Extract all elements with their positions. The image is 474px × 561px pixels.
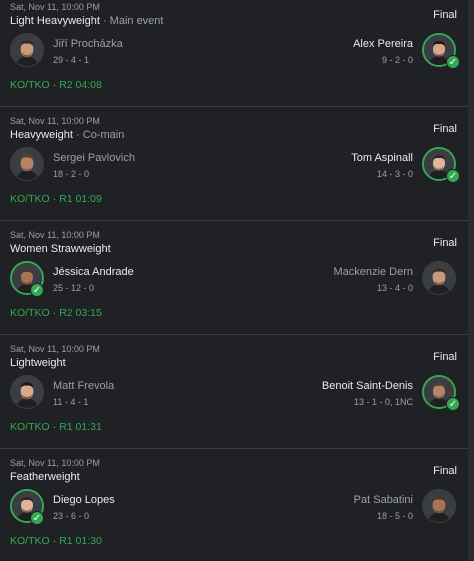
fight-status: Final xyxy=(433,237,457,249)
fighter-avatar-left[interactable] xyxy=(10,375,44,409)
fight-card[interactable]: Sat, Nov 11, 10:00 PM Heavyweight · Co-m… xyxy=(0,107,468,221)
fighter-record-right: 18 - 5 - 0 xyxy=(376,511,413,521)
fight-result: KO/TKO · R1 01:09 xyxy=(10,193,102,205)
weight-class: Light Heavyweight · Main event xyxy=(10,15,163,27)
fight-status: Final xyxy=(433,465,457,477)
fight-date: Sat, Nov 11, 10:00 PM xyxy=(10,2,100,12)
weight-class-label: Heavyweight xyxy=(10,129,73,141)
winner-check-icon: ✓ xyxy=(446,397,460,411)
result-method: KO/TKO xyxy=(10,307,50,319)
fight-card[interactable]: Sat, Nov 11, 10:00 PM Women Strawweight … xyxy=(0,221,468,335)
event-note: · Co-main xyxy=(72,129,125,141)
fighter-avatar-left[interactable] xyxy=(10,147,44,181)
fighter-avatar-icon xyxy=(423,490,455,522)
fighter-name-left[interactable]: Jiří Procházka xyxy=(53,38,123,50)
winner-check-icon: ✓ xyxy=(446,55,460,69)
fight-card[interactable]: Sat, Nov 11, 10:00 PM Lightweight Final … xyxy=(0,335,468,449)
scrollbar[interactable] xyxy=(468,0,474,561)
fighter-avatar-icon xyxy=(11,34,43,66)
fighter-name-left[interactable]: Diego Lopes xyxy=(53,494,115,506)
fight-date: Sat, Nov 11, 10:00 PM xyxy=(10,230,100,240)
fight-status: Final xyxy=(433,351,457,363)
fight-date: Sat, Nov 11, 10:00 PM xyxy=(10,344,100,354)
fight-result: KO/TKO · R1 01:31 xyxy=(10,421,102,433)
separator-dot: · xyxy=(52,307,57,319)
result-round-time: R2 04:08 xyxy=(59,79,102,91)
result-method: KO/TKO xyxy=(10,421,50,433)
fighter-name-right[interactable]: Mackenzie Dern xyxy=(334,266,413,278)
winner-check-icon: ✓ xyxy=(30,511,44,525)
fight-result: KO/TKO · R2 03:15 xyxy=(10,307,102,319)
fighter-avatar-icon xyxy=(423,262,455,294)
result-method: KO/TKO xyxy=(10,193,50,205)
weight-class: Lightweight xyxy=(10,357,66,369)
fighter-avatar-icon xyxy=(11,376,43,408)
weight-class-label: Light Heavyweight xyxy=(10,15,100,27)
fight-date: Sat, Nov 11, 10:00 PM xyxy=(10,116,100,126)
result-round-time: R1 01:31 xyxy=(59,421,102,433)
fighter-record-right: 13 - 1 - 0, 1NC xyxy=(353,397,413,407)
event-note: · Main event xyxy=(99,15,164,27)
weight-class: Women Strawweight xyxy=(10,243,111,255)
fight-results-list: Sat, Nov 11, 10:00 PM Light Heavyweight … xyxy=(0,0,468,561)
separator-dot: · xyxy=(52,193,57,205)
fighter-name-left[interactable]: Sergei Pavlovich xyxy=(53,152,135,164)
fighter-name-left[interactable]: Matt Frevola xyxy=(53,380,114,392)
result-round-time: R1 01:30 xyxy=(59,535,102,547)
weight-class: Heavyweight · Co-main xyxy=(10,129,124,141)
fighter-record-right: 14 - 3 - 0 xyxy=(376,169,413,179)
fight-result: KO/TKO · R1 01:30 xyxy=(10,535,102,547)
result-method: KO/TKO xyxy=(10,535,50,547)
fighter-avatar-right[interactable] xyxy=(422,489,456,523)
fighter-name-right[interactable]: Pat Sabatini xyxy=(354,494,413,506)
fighter-record-left: 11 - 4 - 1 xyxy=(53,397,89,407)
fight-result: KO/TKO · R2 04:08 xyxy=(10,79,102,91)
fighter-record-left: 18 - 2 - 0 xyxy=(53,169,90,179)
separator-dot: · xyxy=(52,79,57,91)
fighter-name-right[interactable]: Alex Pereira xyxy=(353,38,413,50)
fighter-name-right[interactable]: Tom Aspinall xyxy=(351,152,413,164)
weight-class-label: Lightweight xyxy=(10,357,66,369)
result-round-time: R1 01:09 xyxy=(59,193,102,205)
winner-check-icon: ✓ xyxy=(30,283,44,297)
result-round-time: R2 03:15 xyxy=(59,307,102,319)
fight-card[interactable]: Sat, Nov 11, 10:00 PM Featherweight Fina… xyxy=(0,449,468,561)
fighter-name-left[interactable]: Jéssica Andrade xyxy=(53,266,134,278)
fighter-avatar-left[interactable] xyxy=(10,33,44,67)
separator-dot: · xyxy=(52,421,57,433)
fighter-name-right[interactable]: Benoit Saint-Denis xyxy=(322,380,413,392)
fighter-avatar-right[interactable] xyxy=(422,261,456,295)
fighter-record-left: 25 - 12 - 0 xyxy=(53,283,95,293)
weight-class-label: Featherweight xyxy=(10,471,80,483)
weight-class-label: Women Strawweight xyxy=(10,243,111,255)
result-method: KO/TKO xyxy=(10,79,50,91)
fighter-record-right: 9 - 2 - 0 xyxy=(381,55,413,65)
fighter-record-right: 13 - 4 - 0 xyxy=(376,283,413,293)
fight-date: Sat, Nov 11, 10:00 PM xyxy=(10,458,100,468)
fighter-record-left: 23 - 6 - 0 xyxy=(53,511,90,521)
winner-check-icon: ✓ xyxy=(446,169,460,183)
separator-dot: · xyxy=(52,535,57,547)
weight-class: Featherweight xyxy=(10,471,80,483)
fight-card[interactable]: Sat, Nov 11, 10:00 PM Light Heavyweight … xyxy=(0,0,468,107)
fight-status: Final xyxy=(433,123,457,135)
fighter-record-left: 29 - 4 - 1 xyxy=(53,55,90,65)
fight-status: Final xyxy=(433,9,457,21)
fighter-avatar-icon xyxy=(11,148,43,180)
